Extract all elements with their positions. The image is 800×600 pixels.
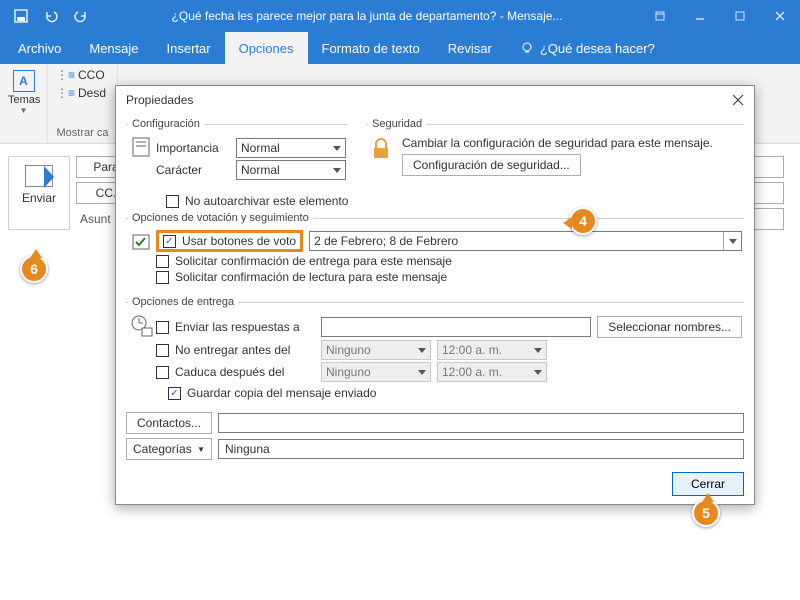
chevron-down-icon: ▼ <box>197 445 205 454</box>
voting-icon <box>130 230 154 254</box>
callout-4: 4 <box>569 207 597 235</box>
read-receipt-checkbox[interactable] <box>156 271 169 284</box>
delivery-receipt-label: Solicitar confirmación de entrega para e… <box>175 254 452 268</box>
callout-6: 6 <box>20 255 48 283</box>
security-legend: Seguridad <box>368 118 426 130</box>
properties-icon <box>131 136 153 158</box>
voting-buttons-combo[interactable]: 2 de Febrero; 8 de Febrero <box>309 231 742 251</box>
sensitivity-combo[interactable]: Normal <box>236 160 346 180</box>
cco-label: CCO <box>78 68 105 82</box>
redo-icon[interactable] <box>68 3 94 29</box>
show-group-label: Mostrar ca <box>56 127 109 139</box>
importance-label: Importancia <box>156 141 228 155</box>
security-settings-button[interactable]: Configuración de seguridad... <box>402 154 581 176</box>
lightbulb-icon <box>520 41 534 55</box>
tab-formato[interactable]: Formato de texto <box>308 32 434 64</box>
save-copy-checkbox[interactable] <box>168 387 181 400</box>
from-button[interactable]: ⋮≡Desd <box>56 86 109 100</box>
ribbon-tabs: Archivo Mensaje Insertar Opciones Format… <box>0 32 800 64</box>
themes-icon[interactable]: A <box>13 70 35 92</box>
tab-insertar[interactable]: Insertar <box>153 32 225 64</box>
chevron-down-icon[interactable] <box>723 232 741 250</box>
maximize-icon[interactable] <box>720 0 760 32</box>
deliver-after-checkbox[interactable] <box>156 344 169 357</box>
delivery-icon <box>130 314 154 338</box>
minimize-icon[interactable] <box>680 0 720 32</box>
close-icon[interactable] <box>760 0 800 32</box>
voting-value: 2 de Febrero; 8 de Febrero <box>314 234 458 248</box>
callout-5: 5 <box>692 499 720 527</box>
chevron-down-icon[interactable]: ▼ <box>8 106 39 115</box>
sensitivity-label: Carácter <box>156 163 228 177</box>
voting-legend: Opciones de votación y seguimiento <box>128 212 313 224</box>
from-label: Desd <box>78 86 106 100</box>
categories-field[interactable]: Ninguna <box>218 439 744 459</box>
contacts-field[interactable] <box>218 413 744 433</box>
expires-label: Caduca después del <box>175 365 315 379</box>
reply-to-field[interactable] <box>321 317 591 337</box>
read-receipt-label: Solicitar confirmación de lectura para e… <box>175 270 447 284</box>
use-voting-label: Usar botones de voto <box>182 234 296 248</box>
restore-up-icon[interactable] <box>640 0 680 32</box>
deliver-after-label: No entregar antes del <box>175 343 315 357</box>
save-icon[interactable] <box>8 3 34 29</box>
tab-revisar[interactable]: Revisar <box>434 32 506 64</box>
contacts-button[interactable]: Contactos... <box>126 412 212 434</box>
dialog-title: Propiedades <box>126 93 193 107</box>
reply-to-label: Enviar las respuestas a <box>175 320 315 334</box>
security-desc: Cambiar la configuración de seguridad pa… <box>402 136 713 150</box>
dialog-close-icon[interactable] <box>728 90 748 110</box>
tab-archivo[interactable]: Archivo <box>4 32 75 64</box>
save-copy-label: Guardar copia del mensaje enviado <box>187 386 376 400</box>
no-autoarchive-label: No autoarchivar este elemento <box>185 194 348 208</box>
themes-label[interactable]: Temas <box>8 94 39 106</box>
categories-value: Ninguna <box>225 442 270 456</box>
no-autoarchive-checkbox[interactable] <box>166 195 179 208</box>
select-names-button[interactable]: Seleccionar nombres... <box>597 316 742 338</box>
tell-me[interactable]: ¿Qué desea hacer? <box>506 32 669 64</box>
use-voting-highlight: Usar botones de voto <box>156 230 303 252</box>
expires-time[interactable]: 12:00 a. m. <box>437 362 547 382</box>
reply-to-checkbox[interactable] <box>156 321 169 334</box>
undo-icon[interactable] <box>38 3 64 29</box>
properties-dialog: Propiedades Configuración Importancia Nor… <box>115 85 755 505</box>
cco-button[interactable]: ⋮≡CCO <box>56 68 109 82</box>
window-title: ¿Qué fecha les parece mejor para la junt… <box>94 9 640 23</box>
lock-icon <box>368 136 394 162</box>
deliver-after-time[interactable]: 12:00 a. m. <box>437 340 547 360</box>
importance-combo[interactable]: Normal <box>236 138 346 158</box>
config-legend: Configuración <box>128 118 204 130</box>
send-button[interactable]: Enviar <box>8 156 70 230</box>
use-voting-checkbox[interactable] <box>163 235 176 248</box>
send-label: Enviar <box>22 191 56 205</box>
tab-mensaje[interactable]: Mensaje <box>75 32 152 64</box>
categories-button[interactable]: Categorías ▼ <box>126 438 212 460</box>
expires-checkbox[interactable] <box>156 366 169 379</box>
tab-opciones[interactable]: Opciones <box>225 32 308 64</box>
deliver-after-date[interactable]: Ninguno <box>321 340 431 360</box>
delivery-legend: Opciones de entrega <box>128 296 238 308</box>
title-bar: ¿Qué fecha les parece mejor para la junt… <box>0 0 800 32</box>
send-icon <box>25 165 53 187</box>
expires-date[interactable]: Ninguno <box>321 362 431 382</box>
tell-me-label: ¿Qué desea hacer? <box>540 41 655 56</box>
categories-label: Categorías <box>133 442 192 456</box>
delivery-receipt-checkbox[interactable] <box>156 255 169 268</box>
